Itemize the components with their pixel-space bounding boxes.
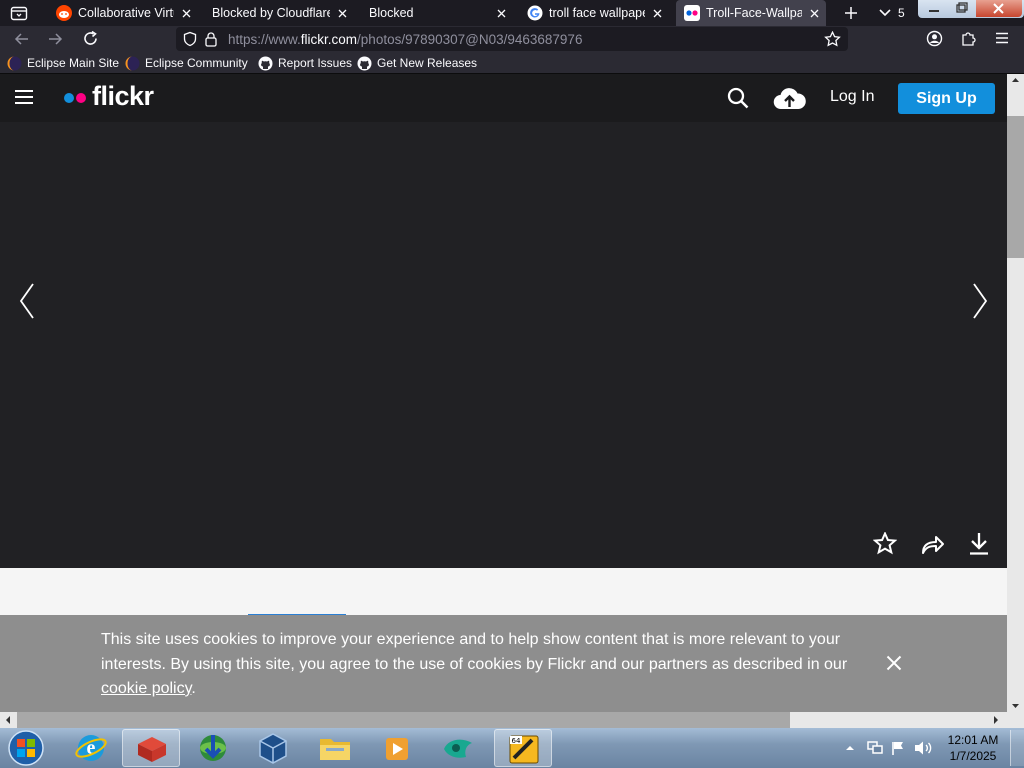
- svg-text:64: 64: [512, 737, 521, 745]
- search-icon[interactable]: [727, 87, 749, 109]
- github-icon: [357, 56, 372, 70]
- url-scheme: https://www.: [228, 32, 301, 47]
- tab-google-search[interactable]: troll face wallpaper: [527, 0, 665, 26]
- bookmark-label: Get New Releases: [377, 56, 478, 70]
- github-icon: [258, 56, 273, 70]
- start-orb-icon[interactable]: [4, 729, 48, 767]
- login-link[interactable]: Log In: [830, 88, 874, 106]
- vertical-scrollbar-thumb[interactable]: [1007, 116, 1024, 258]
- back-button[interactable]: [13, 31, 30, 47]
- cookie-banner: This site uses cookies to improve your e…: [0, 615, 1007, 712]
- media-player-icon[interactable]: [368, 729, 426, 767]
- url-path: /photos/97890307@N03/9463687976: [357, 32, 583, 47]
- tab-cloudflare[interactable]: Blocked by Cloudflare (: [212, 0, 350, 26]
- bookmark-eclipse-community[interactable]: Eclipse Community: [125, 55, 248, 71]
- tab-title: Blocked: [369, 6, 414, 20]
- close-cookie-banner-icon[interactable]: [886, 655, 902, 671]
- cookie-message: This site uses cookies to improve your e…: [101, 628, 871, 702]
- show-desktop-button[interactable]: [1010, 730, 1024, 766]
- url-host: flickr.com: [300, 32, 358, 47]
- extensions-icon[interactable]: [960, 30, 977, 47]
- tab-overflow-button[interactable]: 5: [878, 6, 905, 20]
- eclipse-icon: [125, 56, 140, 70]
- window-controls: [918, 0, 1024, 18]
- hamburger-menu-icon[interactable]: [15, 89, 33, 105]
- close-window-button[interactable]: [976, 0, 1022, 17]
- flickr-dots-icon[interactable]: [63, 92, 87, 104]
- share-arrow-icon[interactable]: [920, 533, 945, 555]
- close-icon[interactable]: [493, 5, 509, 21]
- volume-icon[interactable]: [913, 740, 933, 756]
- upload-cloud-icon[interactable]: [773, 86, 806, 110]
- tab-strip: Collaborative Virtu Blocked by Cloudflar…: [0, 0, 1024, 26]
- page-content: flickr Log In Sign Up This site uses coo…: [0, 74, 1007, 712]
- download-icon[interactable]: [967, 531, 991, 556]
- network-icon[interactable]: [866, 740, 884, 756]
- bookmark-label: Eclipse Main Site: [27, 56, 120, 70]
- tab-collaborative[interactable]: Collaborative Virtu: [56, 0, 194, 26]
- restore-button[interactable]: [948, 1, 974, 16]
- bookmark-new-releases[interactable]: Get New Releases: [357, 55, 477, 71]
- tab-title: Blocked by Cloudflare (: [212, 6, 330, 20]
- close-icon[interactable]: [334, 5, 350, 21]
- favorite-star-icon[interactable]: [873, 532, 897, 555]
- bookmark-star-icon[interactable]: [824, 31, 841, 47]
- shield-icon[interactable]: [182, 31, 198, 47]
- new-tab-button[interactable]: [843, 5, 859, 21]
- action-center-flag-icon[interactable]: [890, 740, 906, 756]
- cookie-text: This site uses cookies to improve your e…: [101, 631, 848, 673]
- flickr-icon: [684, 5, 700, 21]
- google-icon: [527, 5, 543, 21]
- internet-explorer-icon[interactable]: e: [62, 729, 120, 767]
- navigation-toolbar: https://www.flickr.com/photos/97890307@N…: [0, 26, 1024, 52]
- bookmark-report-issues[interactable]: Report Issues: [258, 55, 352, 71]
- previous-photo-arrow-icon[interactable]: [18, 282, 36, 320]
- flickr-header: flickr Log In Sign Up: [0, 74, 1007, 122]
- green-app-icon[interactable]: [430, 729, 488, 767]
- eclipse-icon: [7, 56, 22, 70]
- bookmark-label: Eclipse Community: [145, 56, 248, 70]
- tab-title: troll face wallpaper: [549, 6, 645, 20]
- file-explorer-icon[interactable]: [306, 729, 364, 767]
- account-icon[interactable]: [926, 30, 943, 47]
- show-hidden-icons-icon[interactable]: [844, 742, 856, 754]
- next-photo-arrow-icon[interactable]: [971, 282, 989, 320]
- clock-time: 12:01 AM: [947, 733, 999, 747]
- signup-button[interactable]: Sign Up: [898, 83, 995, 114]
- cookie-policy-link[interactable]: cookie policy: [101, 680, 191, 697]
- minimize-button[interactable]: [921, 1, 947, 16]
- system-clock[interactable]: 12:01 AM 1/7/2025: [940, 732, 1006, 764]
- flickr-logo[interactable]: flickr: [92, 81, 154, 112]
- url-text[interactable]: https://www.flickr.com/photos/97890307@N…: [228, 32, 582, 47]
- bookmark-label: Report Issues: [278, 56, 353, 70]
- virtualbox-icon[interactable]: [244, 729, 302, 767]
- download-manager-icon[interactable]: [184, 729, 242, 767]
- tab-title: Collaborative Virtu: [78, 6, 174, 20]
- lock-icon[interactable]: [204, 31, 218, 47]
- tab-count: 5: [898, 6, 905, 20]
- url-bar[interactable]: https://www.flickr.com/photos/97890307@N…: [176, 27, 848, 51]
- horizontal-scrollbar-thumb[interactable]: [17, 712, 790, 728]
- forward-button[interactable]: [47, 31, 64, 47]
- bookmarks-toolbar: Eclipse Main Site Eclipse Community Repo…: [0, 52, 1024, 74]
- photo-viewer: [0, 122, 1007, 601]
- tab-flickr-active[interactable]: Troll-Face-Wallpap: [676, 0, 826, 26]
- menu-icon[interactable]: [994, 31, 1010, 45]
- reddit-icon: [56, 5, 72, 21]
- chevron-down-icon: [879, 9, 891, 17]
- tab-blocked[interactable]: Blocked: [369, 0, 509, 26]
- red-cube-app-icon[interactable]: [122, 729, 180, 767]
- cookie-suffix: .: [191, 680, 196, 697]
- close-icon[interactable]: [178, 5, 194, 21]
- close-icon[interactable]: [806, 5, 822, 21]
- tab-list-icon[interactable]: [10, 5, 28, 21]
- clock-date: 1/7/2025: [949, 749, 997, 763]
- windows-taskbar: e 64: [0, 728, 1024, 768]
- reload-button[interactable]: [82, 30, 99, 47]
- bookmark-eclipse-main[interactable]: Eclipse Main Site: [7, 55, 119, 71]
- tab-title: Troll-Face-Wallpap: [706, 6, 802, 20]
- app-64-icon[interactable]: 64: [494, 729, 552, 767]
- close-icon[interactable]: [649, 5, 665, 21]
